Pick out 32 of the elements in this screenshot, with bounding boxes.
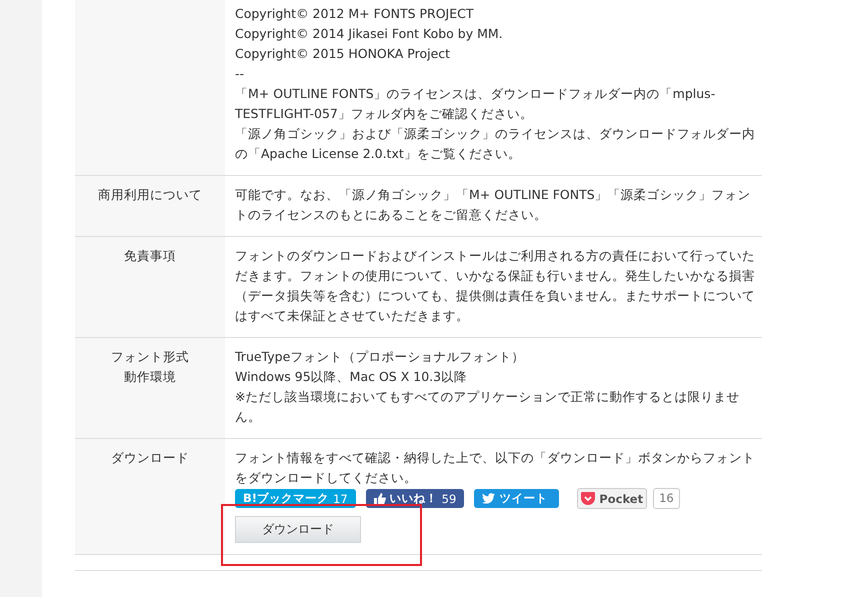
row-text: だきます。フォントの使用について、いかなる保証も行いません。発生したいかなる損害	[235, 267, 755, 285]
row-text: フォント情報をすべて確認・納得した上で、以下の「ダウンロード」ボタンからフォント	[235, 449, 755, 467]
row-text: はすべて未保証とさせていただきます。	[235, 307, 470, 325]
row-text: TESTFLIGHT-057」フォルダ内をご確認ください。	[235, 105, 534, 123]
row-text: フォントのダウンロードおよびインストールはご利用される方の責任において行っていた	[235, 247, 755, 265]
row-label: 動作環境	[124, 368, 176, 386]
row-text: 可能です。なお、「源ノ角ゴシック」「M+ OUTLINE FONTS」「源柔ゴシック」フォン	[235, 186, 752, 204]
row-text: Windows 95以降、Mac OS X 10.3以降	[235, 368, 468, 386]
share-button[interactable]: Pocket	[577, 488, 648, 509]
row-label: ダウンロード	[111, 449, 189, 467]
row-label: 商用利用について	[98, 186, 202, 204]
share-button[interactable]: いいね！ 59	[366, 489, 464, 508]
row-text: をダウンロードしてください。	[235, 469, 418, 487]
pocket-icon	[581, 492, 596, 505]
row-text: トのライセンスのもとにあることをご留意ください。	[235, 206, 548, 224]
row-text: 「M+ OUTLINE FONTS」のライセンスは、ダウンロードフォルダー内の「mplus-	[235, 85, 716, 103]
row-text: TrueTypeフォント（プロポーショナルフォント）	[235, 348, 526, 366]
download-button[interactable]: ダウンロード	[235, 516, 361, 543]
row-text: Copyright© 2012 M+ FONTS PROJECT	[235, 5, 475, 23]
row-text: 「源ノ角ゴシック」および「源柔ゴシック」のライセンスは、ダウンロードフォルダー内	[235, 125, 755, 143]
bird-icon	[482, 493, 496, 504]
row-text: ※ただし該当環境においてもすべてのアプリケーションで正常に動作するとは限りませ	[235, 388, 740, 406]
share-count: 16	[653, 488, 680, 509]
row-label: フォント形式	[111, 348, 189, 366]
thumbs-up-icon	[374, 492, 386, 504]
row-text: --	[235, 65, 246, 83]
row-text: の「Apache License 2.0.txt」をご覧ください。	[235, 145, 522, 163]
row-text: Copyright© 2015 HONOKA Project	[235, 45, 452, 63]
row-text: ん。	[235, 408, 262, 426]
row-text: Copyright© 2014 Jikasei Font Kobo by MM.	[235, 25, 504, 43]
row-label: 免責事項	[124, 247, 176, 265]
row-text: （データ損失等を含む）についても、提供側は責任を負いません。またサポートについて	[235, 287, 755, 305]
